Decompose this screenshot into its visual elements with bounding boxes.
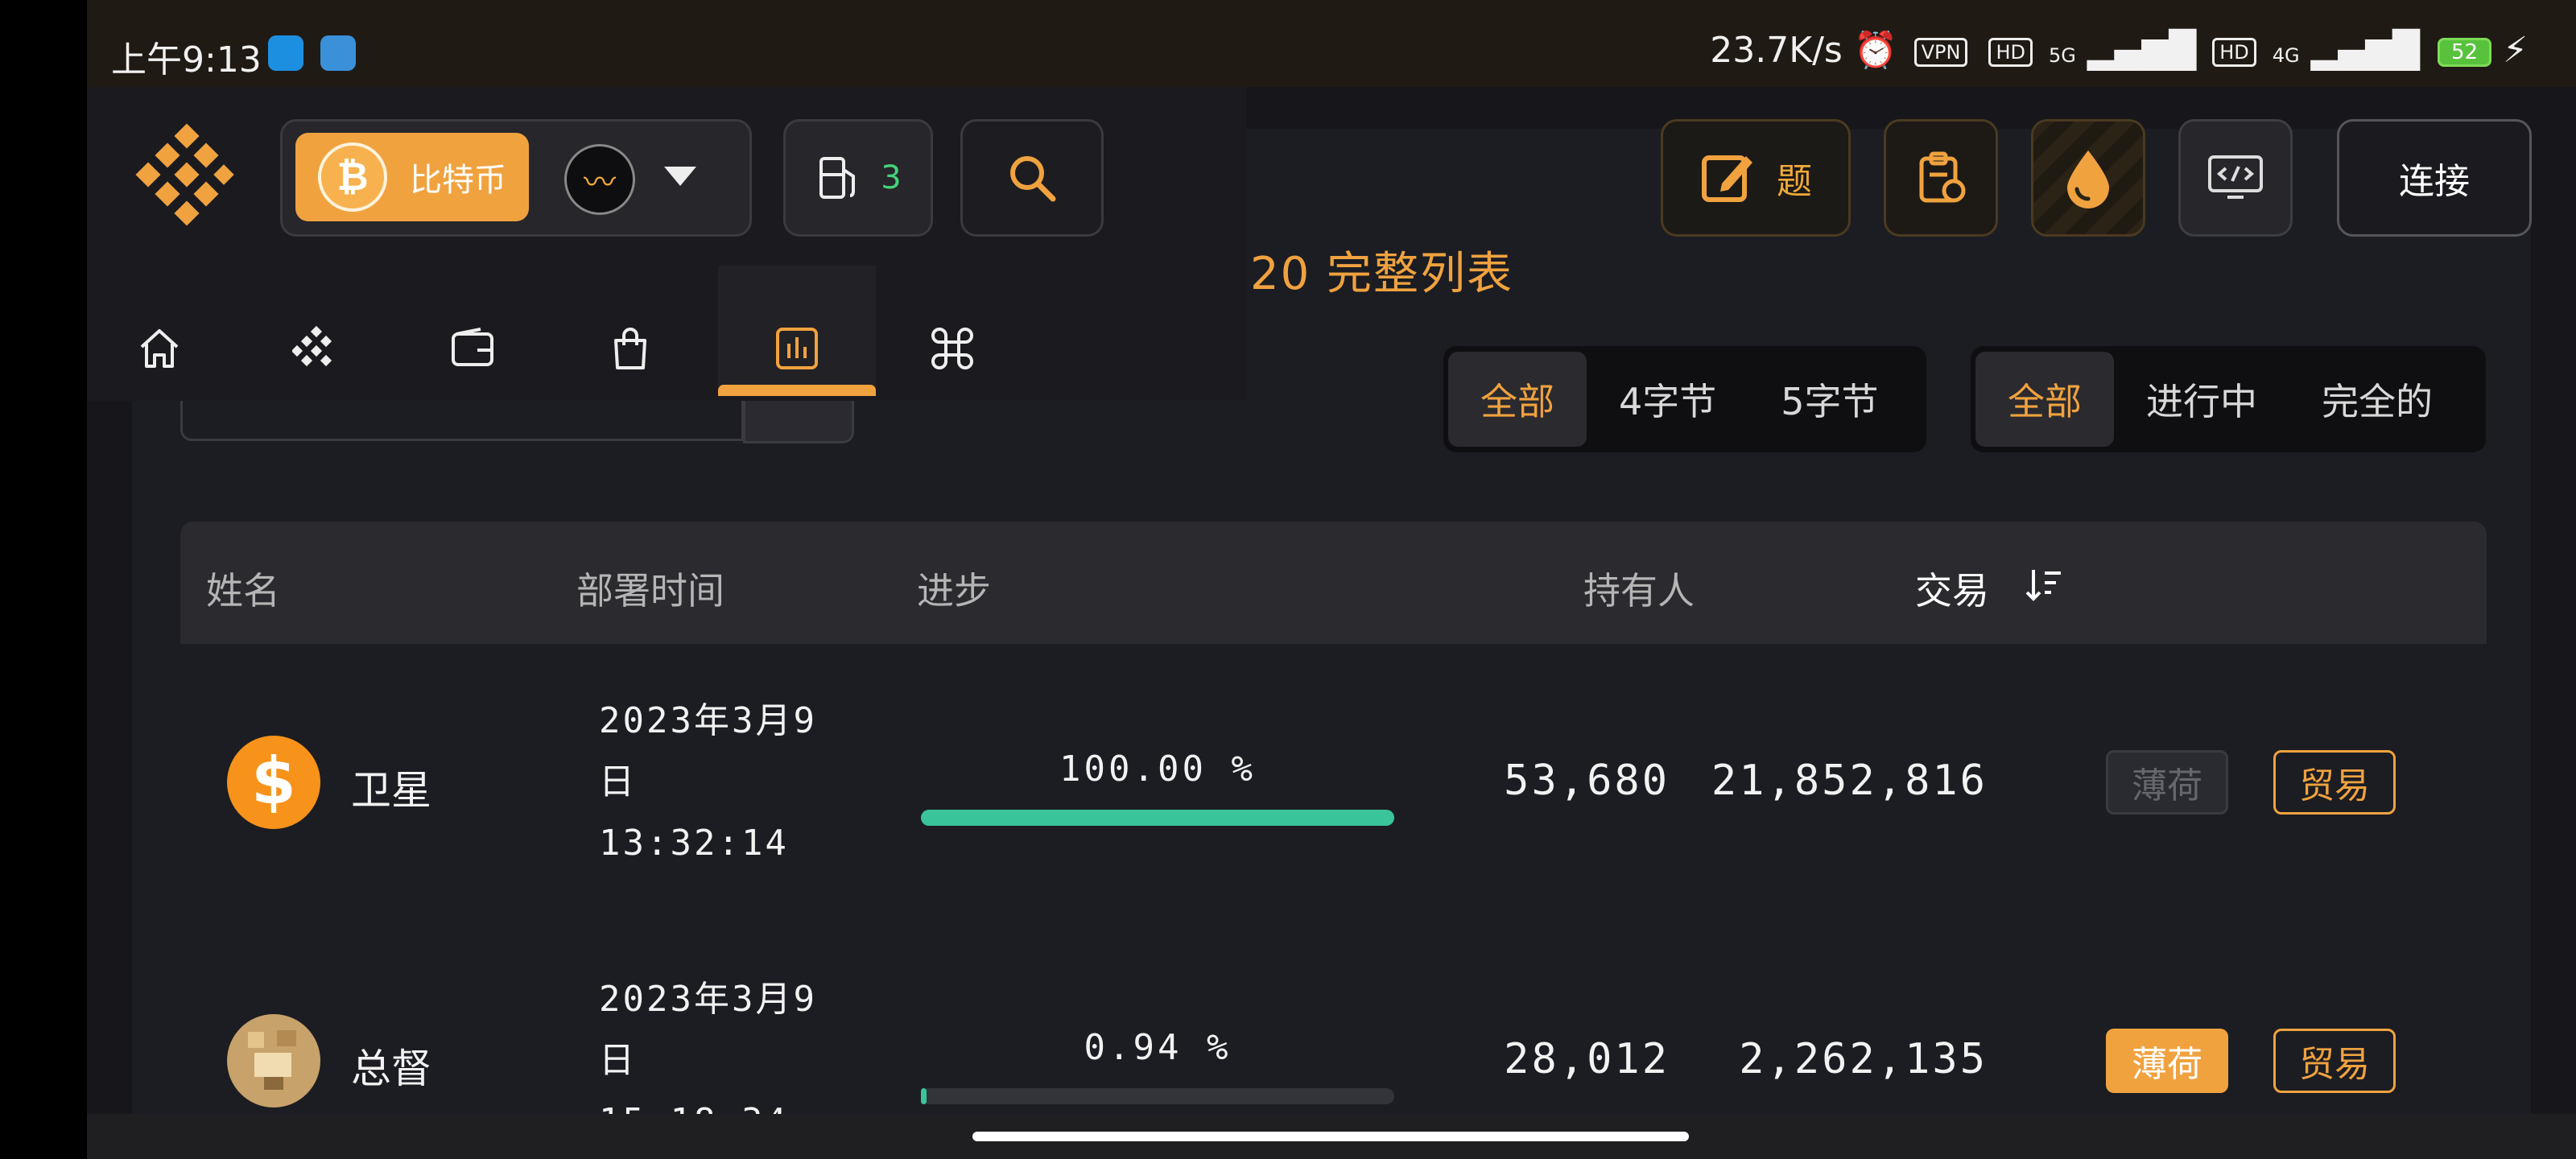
deploy-date-line2: 日 [599, 1040, 637, 1081]
column-deploy-time[interactable]: 部署时间 [576, 562, 724, 615]
progress-bar [921, 810, 1394, 826]
liquidity-button[interactable] [2031, 119, 2145, 237]
screen: 上午9:13 23.7K/s ⏰ VPN HD 5G ▂▄▆█ HD 4G ▂▄… [87, 0, 2576, 1159]
deploy-date-line3: 13:32:14 [599, 823, 789, 864]
code-monitor-icon [2208, 155, 2263, 199]
hd-icon-2: HD [2212, 38, 2256, 67]
trades-count: 21,852,816 [1711, 757, 1988, 805]
filter-length-all[interactable]: 全部 [1448, 352, 1587, 447]
progress-text: 100.00 % [1059, 749, 1256, 790]
nav-apps[interactable] [908, 304, 997, 393]
bar-chart-icon [776, 328, 818, 369]
deploy-date-line1: 2023年3月9 [599, 979, 817, 1020]
svg-text:$: $ [251, 744, 296, 819]
battery-icon: 52 [2438, 38, 2492, 67]
nav-brc20[interactable] [272, 304, 361, 393]
developer-button[interactable] [2178, 119, 2293, 237]
filter-status-complete[interactable]: 完全的 [2289, 352, 2465, 447]
logo-icon[interactable] [131, 121, 244, 233]
column-holders[interactable]: 持有人 [1583, 562, 1695, 615]
deploy-date-line2: 日 [599, 761, 637, 802]
wallet-icon [452, 328, 493, 366]
column-progress[interactable]: 进步 [917, 562, 991, 615]
filter-length-4[interactable]: 4字节 [1587, 352, 1748, 447]
table-row[interactable]: $ 卫星 2023年3月9 日 13:32:14 100.00 % 53,680… [180, 644, 2487, 924]
connect-wallet-button[interactable]: 连接 [2337, 119, 2532, 237]
clipboard-icon [1919, 151, 1966, 203]
orders-button[interactable] [1884, 119, 1998, 237]
command-icon [931, 328, 973, 369]
alarm-icon: ⏰ [1853, 30, 1898, 71]
holders-count: 53,680 [1504, 757, 1670, 805]
diamond-grid-icon [292, 325, 332, 367]
progress-text: 0.94 % [1084, 1027, 1232, 1068]
notification-app-icon-2 [320, 35, 356, 71]
table-header: 姓名 部署时间 进步 持有人 交易 [180, 522, 2487, 644]
progress-fill [921, 1088, 927, 1104]
nav-market[interactable] [586, 304, 675, 393]
search-button[interactable] [960, 119, 1104, 237]
trade-button[interactable]: 贸易 [2273, 750, 2396, 815]
trade-button[interactable]: 贸易 [2273, 1029, 2396, 1093]
nav-charts[interactable] [753, 304, 841, 393]
signal-icon: ▂▄▆█ [2087, 30, 2197, 71]
token-name[interactable]: 总督 [351, 1037, 431, 1095]
hd-icon: HD [1988, 38, 2033, 67]
status-bar: 上午9:13 23.7K/s ⏰ VPN HD 5G ▂▄▆█ HD 4G ▂▄… [87, 0, 2576, 87]
page-title: 20 完整列表 [1250, 248, 1514, 300]
sort-descending-icon[interactable] [2024, 565, 2064, 605]
progress-bar [921, 1088, 1394, 1104]
chain-label: 比特币 [410, 162, 506, 199]
filter-status-ongoing[interactable]: 进行中 [2114, 352, 2289, 447]
nav-home[interactable] [115, 304, 204, 393]
status-indicators: 23.7K/s ⏰ VPN HD 5G ▂▄▆█ HD 4G ▂▄▆█ 52 ⚡ [1710, 29, 2528, 71]
column-trades[interactable]: 交易 [1915, 562, 1989, 615]
filter-length-5[interactable]: 5字节 [1748, 352, 1910, 447]
inscribe-button[interactable]: 题 [1661, 119, 1851, 237]
home-icon [140, 329, 179, 368]
vpn-icon: VPN [1913, 38, 1968, 67]
edit-icon [1702, 155, 1752, 202]
bitcoin-icon: ₿ [318, 142, 387, 212]
network-type-1: 5G [2049, 44, 2076, 67]
mint-button[interactable]: 薄荷 [2106, 750, 2228, 815]
length-filter: 全部 4字节 5字节 [1443, 346, 1926, 452]
deploy-date-line1: 2023年3月9 [599, 700, 817, 741]
drop-icon [2067, 151, 2109, 208]
status-time: 上午9:13 [111, 39, 262, 80]
network-type-2: 4G [2272, 44, 2300, 67]
shopping-bag-icon [614, 328, 646, 369]
progress-fill [921, 810, 1394, 826]
chevron-down-icon[interactable] [664, 167, 696, 186]
holders-count: 28,012 [1504, 1035, 1670, 1083]
token-avatar-ordi [227, 1014, 320, 1107]
alt-chain-icon[interactable]: 〰 [564, 144, 635, 215]
token-name[interactable]: 卫星 [351, 758, 431, 816]
signal-icon-2: ▂▄▆█ [2310, 30, 2420, 71]
search-icon [1010, 156, 1056, 202]
charging-icon: ⚡ [2503, 30, 2528, 71]
gas-count: 3 [881, 159, 902, 196]
status-filter: 全部 进行中 完全的 [1971, 346, 2486, 452]
trades-count: 2,262,135 [1739, 1035, 1988, 1083]
deploy-time: 2023年3月9 日 13:32:14 [599, 691, 817, 874]
gas-fee-button[interactable]: 3 [783, 119, 933, 237]
network-speed: 23.7K/s [1710, 30, 1843, 71]
mint-button[interactable]: 薄荷 [2106, 1029, 2228, 1093]
filter-status-all[interactable]: 全部 [1975, 352, 2114, 447]
nav-wallet[interactable] [428, 304, 517, 393]
notification-app-icon [268, 35, 303, 71]
chain-bitcoin-button[interactable]: ₿ 比特币 [295, 133, 529, 221]
column-name[interactable]: 姓名 [206, 562, 280, 615]
token-avatar-sats: $ [227, 736, 320, 829]
home-indicator[interactable] [972, 1132, 1689, 1141]
chain-selector[interactable]: ₿ 比特币 〰 [280, 119, 752, 237]
inscribe-label: 题 [1777, 161, 1812, 202]
fuel-pump-icon [819, 157, 856, 199]
